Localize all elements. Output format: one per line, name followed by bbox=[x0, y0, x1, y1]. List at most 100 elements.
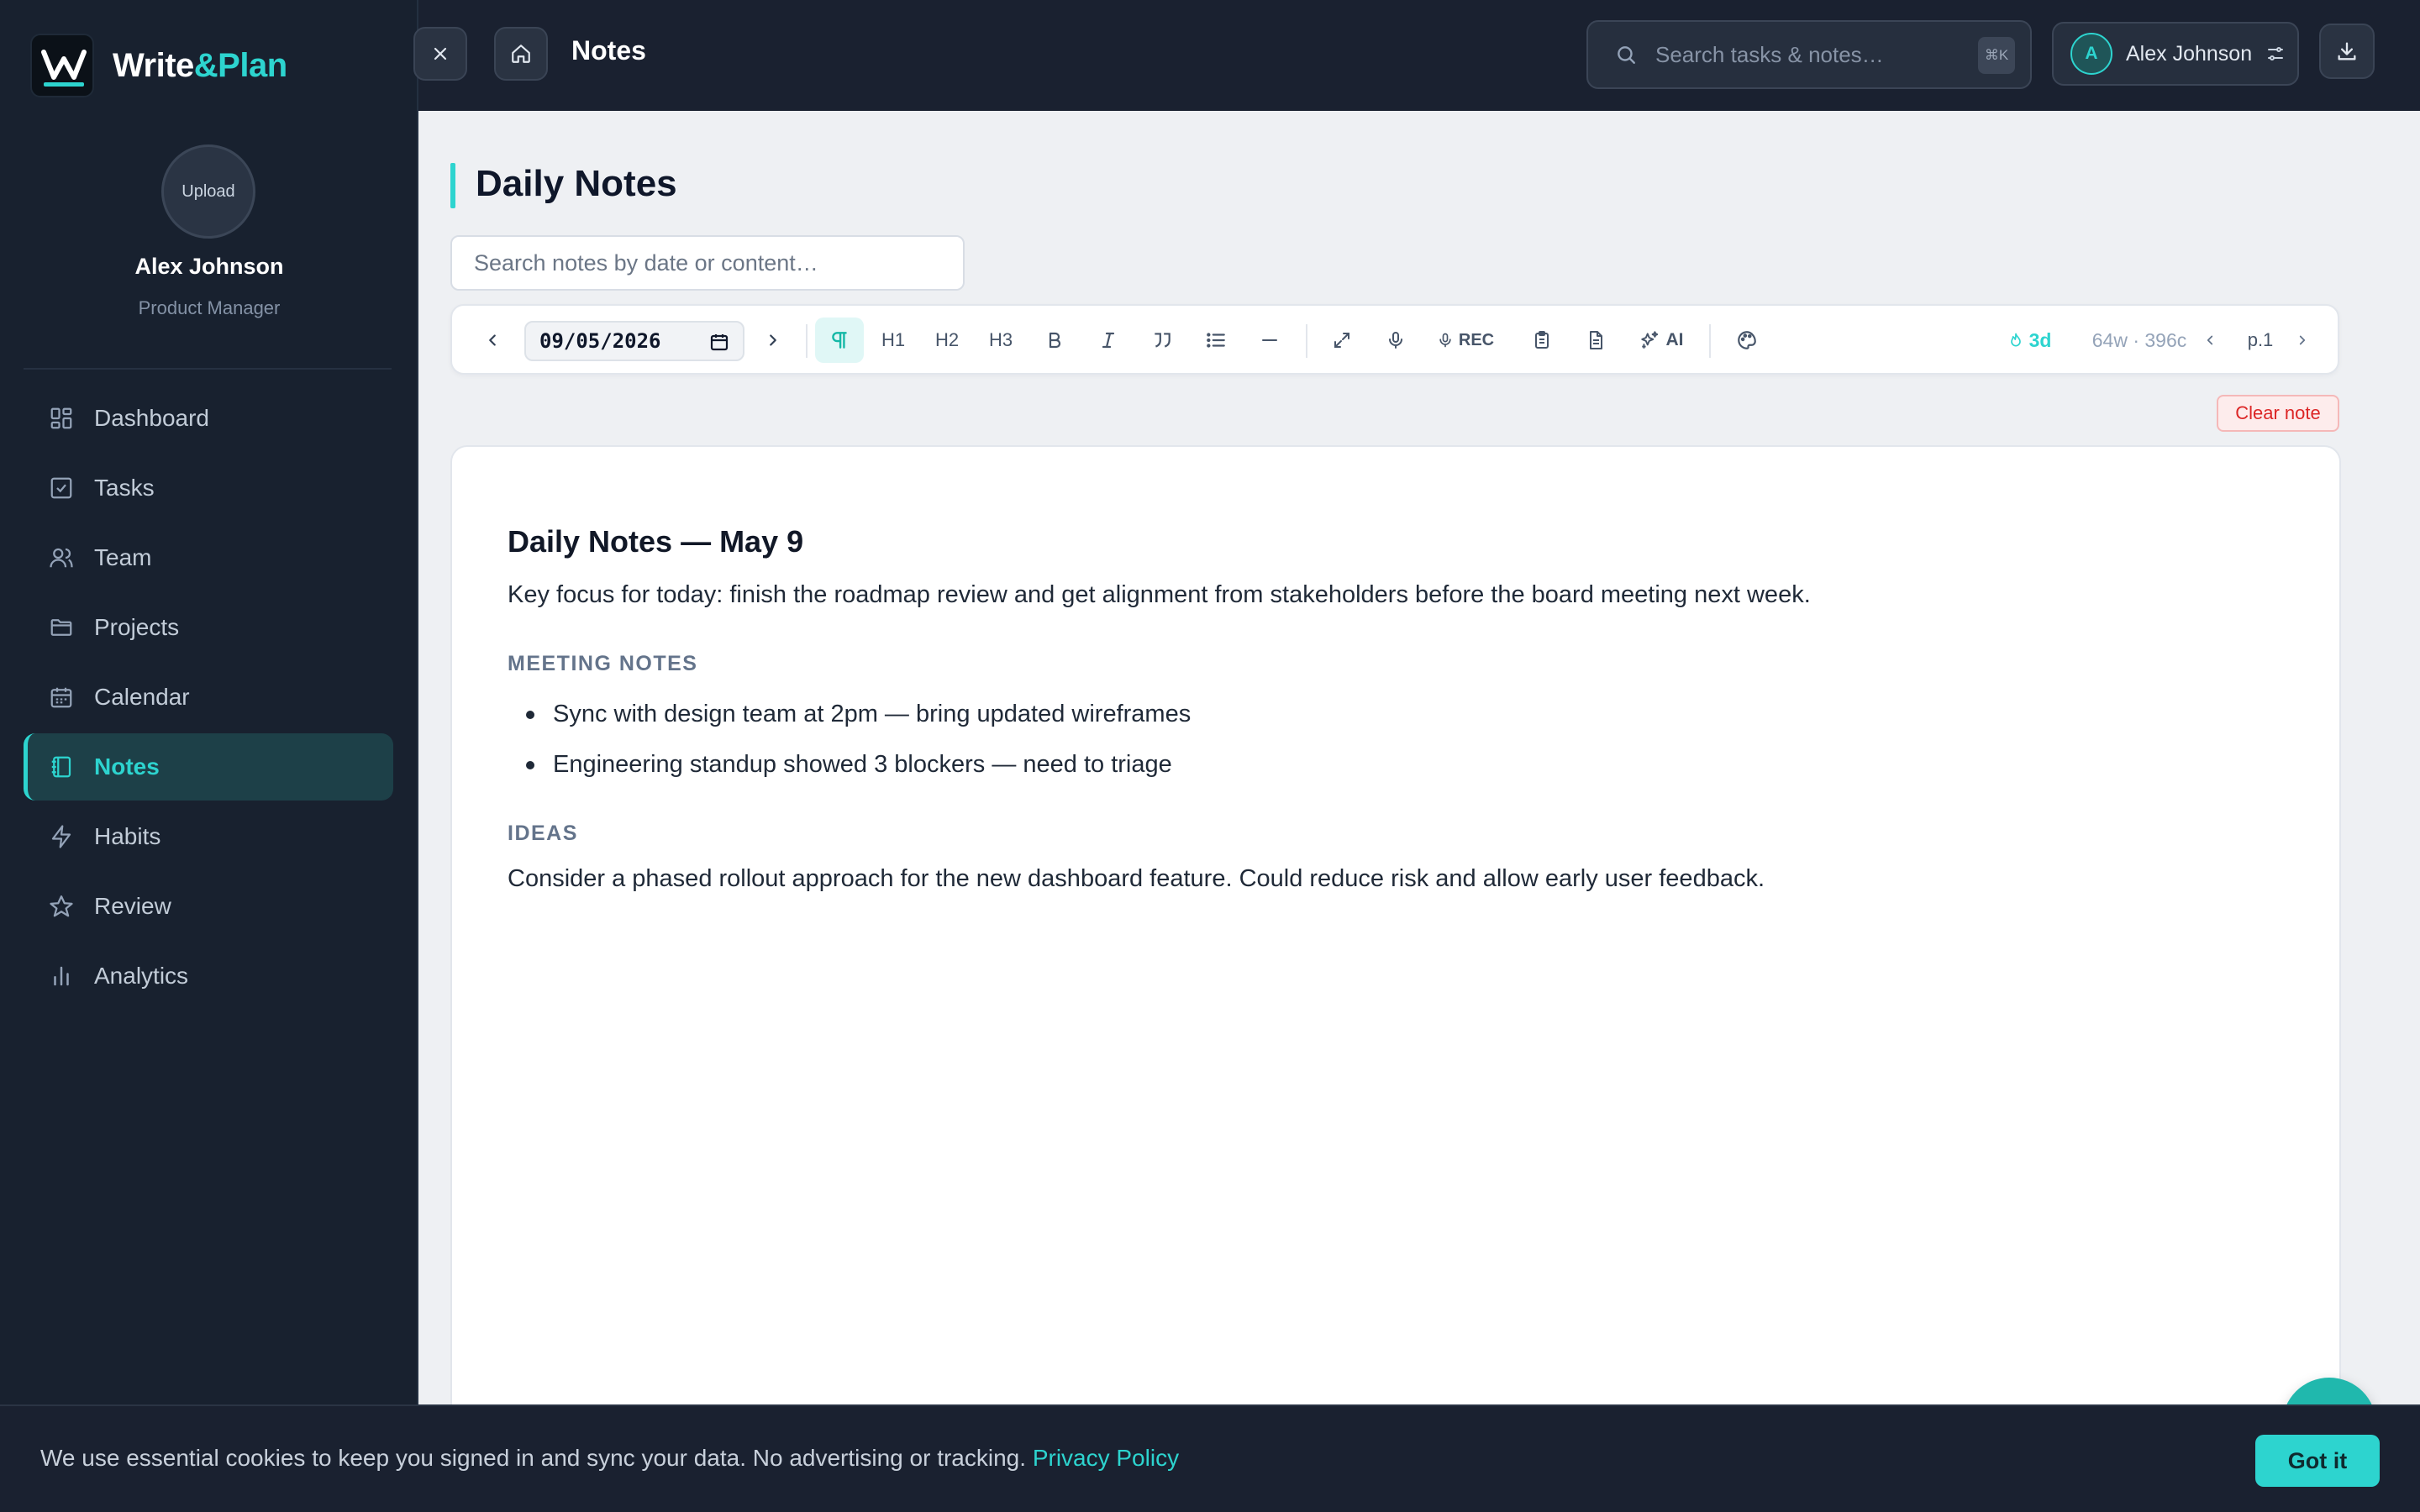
template-button[interactable] bbox=[1575, 318, 1617, 363]
grid-icon bbox=[50, 407, 72, 429]
word-count: 64w · 396c bbox=[2064, 318, 2215, 363]
settings-sliders-icon bbox=[2268, 47, 2284, 60]
theme-button[interactable] bbox=[1726, 318, 1768, 363]
dictate-button[interactable] bbox=[1375, 318, 1417, 363]
heading-3-button[interactable]: H3 bbox=[980, 318, 1022, 363]
global-search-input[interactable]: Search tasks & notes… ⌘K bbox=[1586, 20, 2032, 89]
sidebar-item-dashboard[interactable]: Dashboard bbox=[24, 385, 393, 452]
sidebar-item-projects[interactable]: Projects bbox=[24, 594, 393, 661]
clipboard-button[interactable] bbox=[1521, 318, 1563, 363]
zap-icon bbox=[51, 825, 71, 848]
expand-icon bbox=[1334, 333, 1349, 348]
list-item: Engineering standup showed 3 blockers — … bbox=[526, 751, 1172, 779]
note-editor[interactable]: Daily Notes — May 9 Key focus for today:… bbox=[450, 445, 2341, 1512]
paragraph-button[interactable] bbox=[815, 318, 864, 363]
bold-button[interactable] bbox=[1034, 318, 1076, 363]
list-item-text: Engineering standup showed 3 blockers — … bbox=[553, 751, 1172, 778]
clear-note-label: Clear note bbox=[2235, 402, 2321, 423]
sidebar-item-label: Review bbox=[94, 893, 171, 919]
brand-name: Write&Plan bbox=[113, 46, 287, 84]
note-ideas-text: Consider a phased rollout approach for t… bbox=[508, 865, 1765, 892]
pilcrow-icon bbox=[832, 332, 847, 349]
clear-note-button[interactable]: Clear note bbox=[2217, 395, 2339, 432]
page-title: Daily Notes bbox=[476, 163, 677, 204]
notes-search-input[interactable] bbox=[450, 235, 965, 291]
brand[interactable]: Write&Plan bbox=[30, 34, 287, 97]
streak-indicator: 3d bbox=[2000, 318, 2059, 363]
page-value: p.1 bbox=[2247, 329, 2274, 350]
sidebar-item-notes[interactable]: Notes bbox=[24, 733, 393, 801]
user-menu-name: Alex Johnson bbox=[2126, 41, 2253, 66]
prev-day-button[interactable] bbox=[477, 318, 508, 363]
date-value: 09/05/2026 bbox=[539, 329, 661, 353]
sidebar-item-team[interactable]: Team bbox=[24, 524, 393, 591]
home-button[interactable] bbox=[494, 27, 548, 81]
users-icon bbox=[50, 548, 73, 568]
list-item-text: Sync with design team at 2pm — bring upd… bbox=[553, 701, 1192, 727]
heading-1-button[interactable]: H1 bbox=[872, 318, 914, 363]
ai-assist-button[interactable]: AI bbox=[1634, 318, 1689, 363]
next-page-button[interactable] bbox=[2287, 318, 2317, 363]
download-button[interactable] bbox=[2319, 24, 2375, 79]
note-section-meeting: MEETING NOTES bbox=[508, 652, 698, 675]
download-icon bbox=[2338, 42, 2356, 60]
heading-3-label: H3 bbox=[988, 329, 1013, 350]
quote-button[interactable] bbox=[1141, 318, 1183, 363]
sidebar-item-label: Analytics bbox=[94, 963, 189, 989]
date-picker-input[interactable]: 09/05/2026 bbox=[524, 321, 744, 361]
word-count-value: 64w · 396c bbox=[2091, 328, 2187, 351]
fullscreen-button[interactable] bbox=[1321, 318, 1363, 363]
sidebar-item-label: Dashboard bbox=[94, 405, 209, 431]
record-button[interactable]: REC bbox=[1432, 318, 1499, 363]
avatar-upload-button[interactable]: Upload bbox=[161, 144, 255, 239]
microphone-icon bbox=[1389, 332, 1402, 349]
prev-page-button[interactable] bbox=[2195, 318, 2225, 363]
ai-label: AI bbox=[1665, 330, 1684, 349]
sidebar-item-analytics[interactable]: Analytics bbox=[24, 942, 393, 1010]
sidebar-item-calendar[interactable]: Calendar bbox=[24, 664, 393, 731]
sidebar-item-label: Calendar bbox=[94, 684, 190, 710]
clipboard-icon bbox=[1535, 331, 1549, 349]
global-search-placeholder: Search tasks & notes… bbox=[1655, 41, 1884, 67]
notebook-icon bbox=[51, 756, 71, 778]
page-indicator: p.1 bbox=[2235, 318, 2286, 363]
sidebar-user-role: Product Manager bbox=[138, 297, 281, 318]
search-shortcut-badge: ⌘K bbox=[1978, 37, 2015, 74]
italic-button[interactable] bbox=[1087, 318, 1129, 363]
avatar: A bbox=[2070, 33, 2112, 75]
next-day-button[interactable] bbox=[758, 318, 788, 363]
chevron-left-icon bbox=[2207, 335, 2213, 345]
chevron-left-icon bbox=[489, 334, 496, 346]
heading-2-button[interactable]: H2 bbox=[926, 318, 968, 363]
folder-icon bbox=[50, 619, 72, 636]
quote-icon bbox=[1155, 333, 1171, 348]
cookie-accept-label: Got it bbox=[2287, 1447, 2348, 1473]
chevron-right-icon bbox=[770, 334, 776, 346]
divider-button[interactable] bbox=[1249, 318, 1291, 363]
user-menu-button[interactable]: A Alex Johnson bbox=[2052, 22, 2299, 86]
note-section-ideas: IDEAS bbox=[508, 822, 578, 845]
toolbar-separator bbox=[1709, 324, 1711, 358]
brand-logo-icon bbox=[30, 34, 94, 97]
sidebar-item-habits[interactable]: Habits bbox=[24, 803, 393, 870]
page-title-topbar: Notes bbox=[571, 35, 646, 66]
close-sidebar-button[interactable] bbox=[413, 27, 467, 81]
heading-1-label: H1 bbox=[881, 329, 906, 350]
italic-icon bbox=[1102, 332, 1115, 349]
star-icon bbox=[50, 895, 73, 917]
sidebar-divider bbox=[24, 368, 392, 370]
sparkles-icon bbox=[1640, 331, 1658, 349]
palette-icon bbox=[1738, 331, 1756, 349]
cookie-accept-button[interactable]: Got it bbox=[2255, 1435, 2380, 1487]
cookie-banner: We use essential cookies to keep you sig… bbox=[0, 1404, 2420, 1512]
privacy-policy-link[interactable]: Privacy Policy bbox=[1033, 1445, 1179, 1471]
sidebar-item-tasks[interactable]: Tasks bbox=[24, 454, 393, 522]
heading-2-label: H2 bbox=[934, 329, 960, 350]
bullet-list-button[interactable] bbox=[1195, 318, 1237, 363]
note-heading: Daily Notes — May 9 bbox=[508, 524, 804, 559]
page-title-accent bbox=[450, 163, 455, 208]
sidebar-user-name: Alex Johnson bbox=[134, 254, 284, 279]
calendar-icon bbox=[50, 687, 72, 708]
sidebar-item-review[interactable]: Review bbox=[24, 873, 393, 940]
minus-icon bbox=[1262, 339, 1277, 341]
